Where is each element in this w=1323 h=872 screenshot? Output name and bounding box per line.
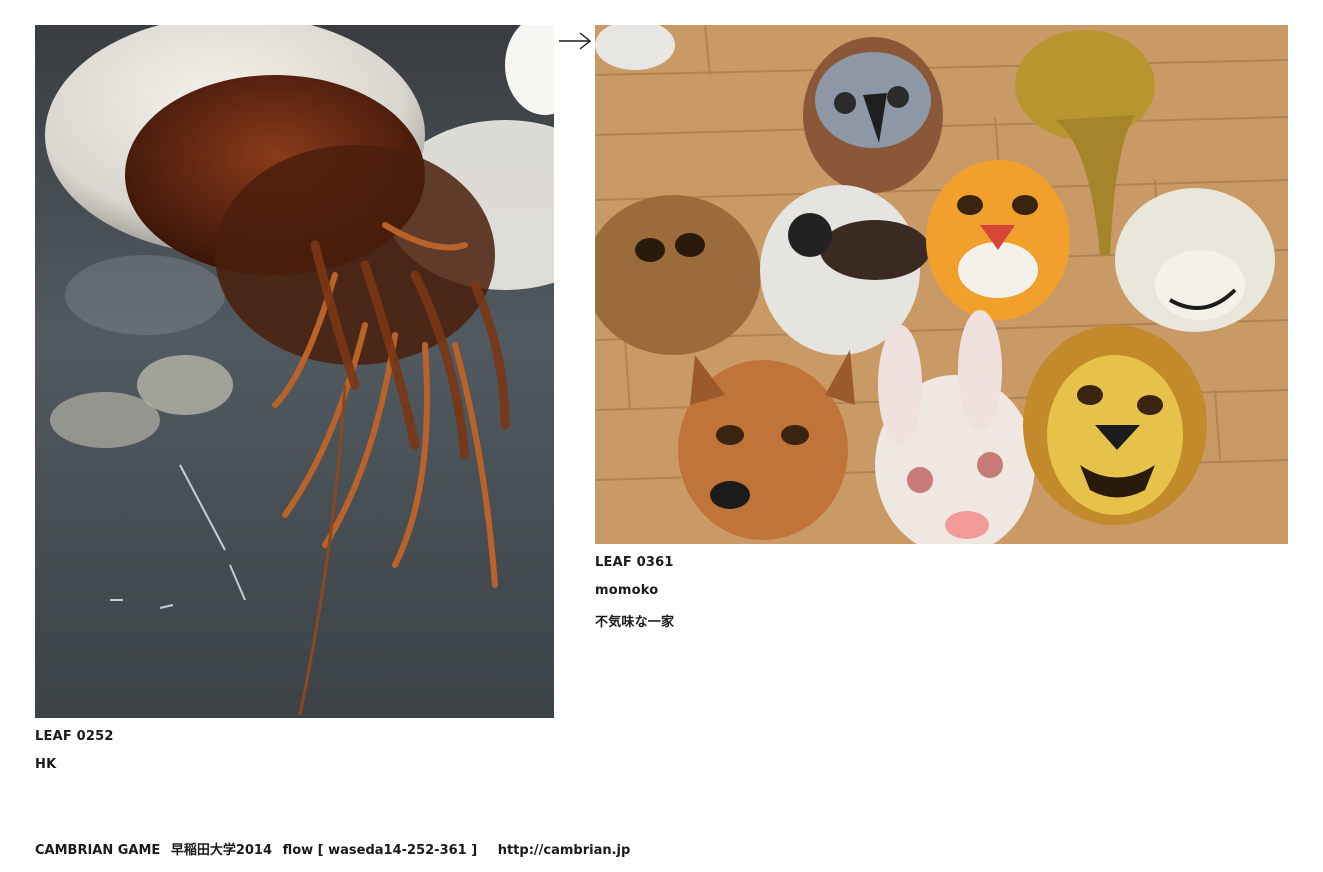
leaf-title-label: 不気味な一家 xyxy=(595,615,675,630)
footer-event: 早稲田大学2014 xyxy=(170,843,273,858)
footer-brand: CAMBRIAN GAME xyxy=(35,843,161,858)
footer: CAMBRIAN GAME 早稲田大学2014 flow [ waseda14-… xyxy=(35,839,630,858)
leaf-0252-photo[interactable] xyxy=(35,25,554,718)
arrow-right-icon xyxy=(559,32,592,50)
leaf-id-label: LEAF 0252 xyxy=(35,729,114,744)
next-arrow-button[interactable] xyxy=(558,30,592,52)
author-label: momoko xyxy=(595,583,659,598)
animal-masks-image xyxy=(595,25,1288,544)
author-label: HK xyxy=(35,757,57,772)
leaf-id-label: LEAF 0361 xyxy=(595,555,674,570)
jellyfish-image xyxy=(35,25,554,718)
leaf-0361-photo[interactable] xyxy=(595,25,1288,544)
footer-flow: flow [ waseda14-252-361 ] xyxy=(282,843,478,858)
footer-site-link[interactable]: http://cambrian.jp xyxy=(498,843,631,858)
